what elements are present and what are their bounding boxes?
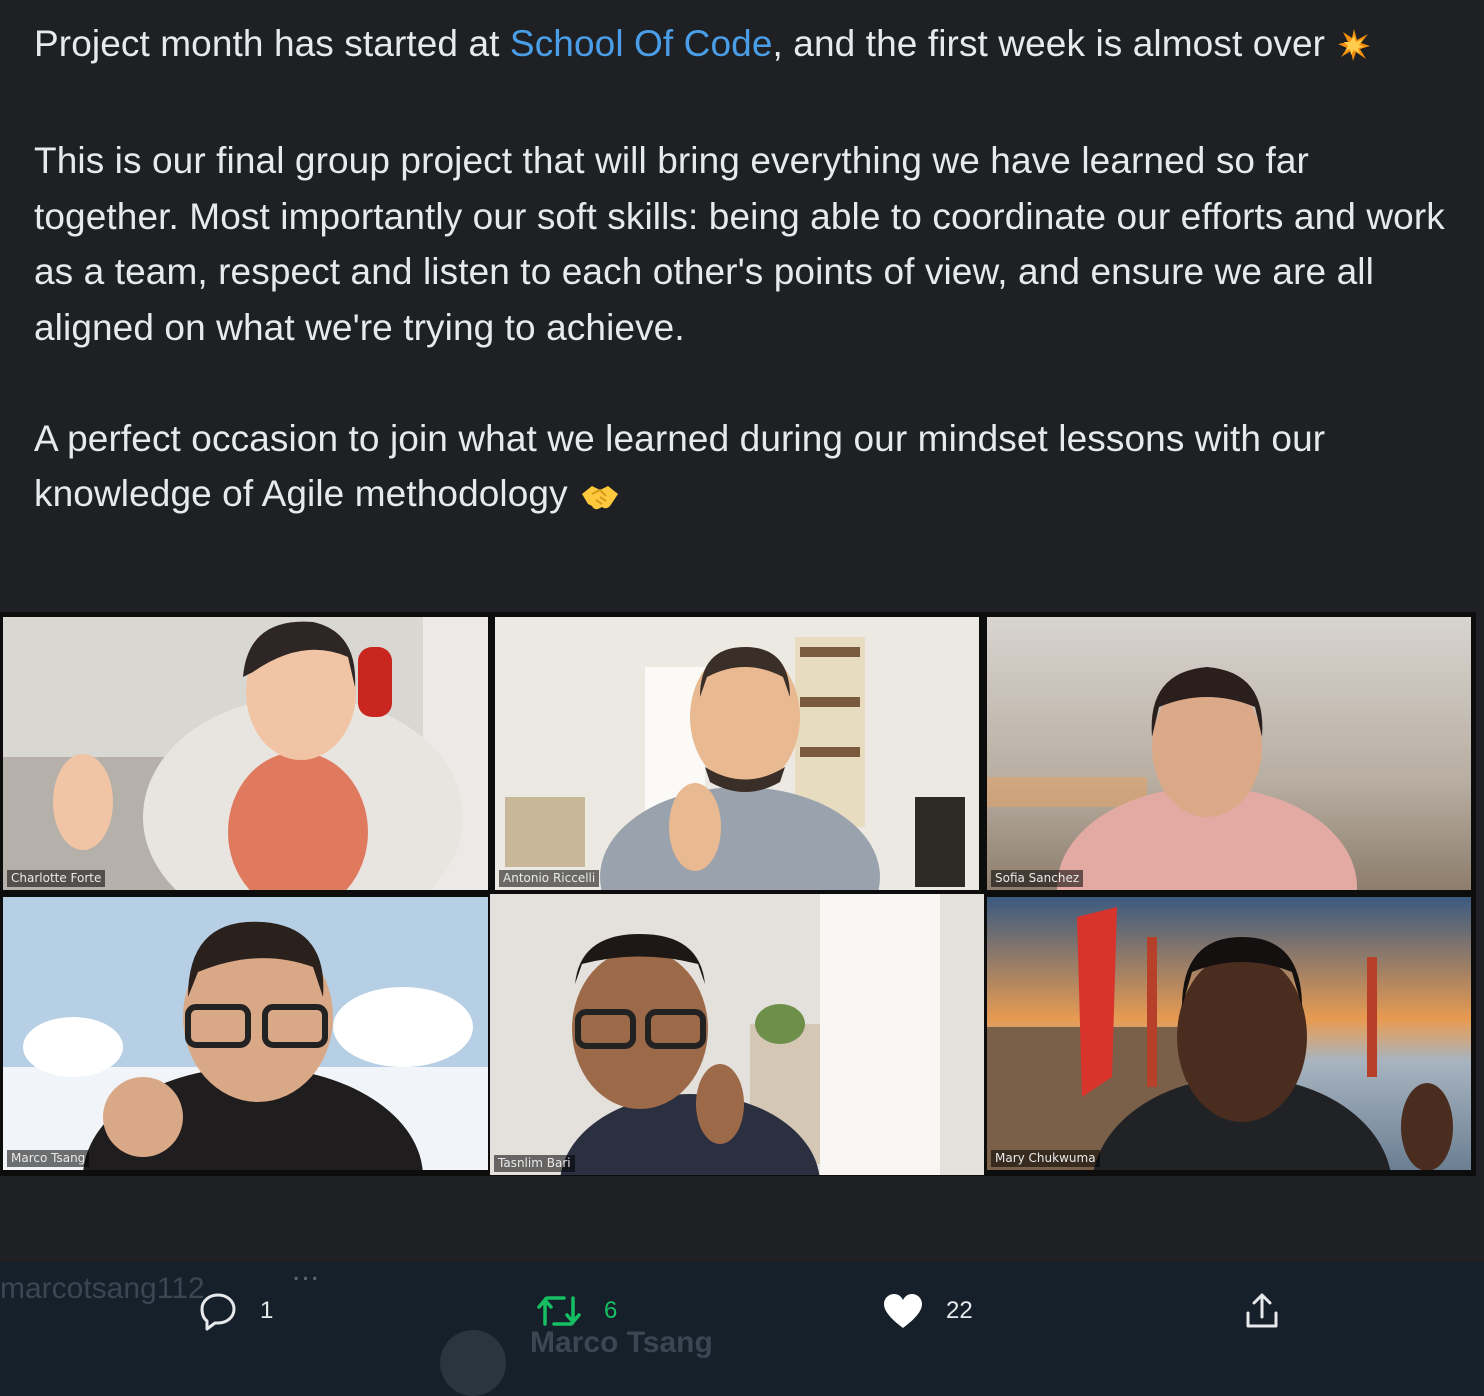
text-fragment: , and the first week is almost over bbox=[772, 23, 1326, 64]
like-button[interactable]: 22 bbox=[882, 1282, 973, 1340]
share-button[interactable] bbox=[1242, 1282, 1282, 1340]
reply-button[interactable]: 1 bbox=[198, 1282, 273, 1340]
participant-name: Antonio Riccelli bbox=[499, 870, 600, 887]
participant-video bbox=[3, 617, 488, 890]
tweet-actions: 1 6 22 bbox=[0, 1282, 1484, 1340]
participant-tile[interactable]: Mary Chukwuma bbox=[987, 897, 1471, 1170]
retweet-button[interactable]: 6 bbox=[536, 1282, 617, 1340]
tweet-paragraph-1: Project month has started at School Of C… bbox=[34, 16, 1454, 78]
participant-name: Tasnlim Bari bbox=[494, 1155, 575, 1172]
participant-tile-active[interactable]: Tasnlim Bari bbox=[490, 894, 984, 1175]
participant-tile[interactable]: Antonio Riccelli bbox=[495, 617, 979, 890]
retweet-count: 6 bbox=[604, 1297, 618, 1324]
heart-icon bbox=[884, 1294, 922, 1328]
video-call-grid[interactable]: Charlotte Forte Antonio Riccelli Sofia S… bbox=[0, 612, 1476, 1176]
tweet-paragraph-3: A perfect occasion to join what we learn… bbox=[34, 411, 1454, 528]
participant-video bbox=[495, 617, 979, 890]
participant-video bbox=[987, 897, 1471, 1170]
participant-tile[interactable]: Charlotte Forte bbox=[3, 617, 488, 890]
collision-icon bbox=[1337, 22, 1371, 78]
text-fragment: Project month has started at bbox=[34, 23, 510, 64]
tweet-paragraph-2: This is our final group project that wil… bbox=[34, 140, 1445, 348]
share-icon bbox=[1246, 1293, 1278, 1328]
handshake-icon bbox=[580, 472, 620, 528]
reply-count: 1 bbox=[260, 1297, 274, 1324]
tweet-text: Project month has started at School Of C… bbox=[34, 16, 1454, 528]
retweet-icon bbox=[537, 1296, 581, 1326]
tweet-card: Project month has started at School Of C… bbox=[0, 0, 1484, 1262]
reply-icon bbox=[200, 1293, 236, 1331]
like-count: 22 bbox=[946, 1297, 973, 1324]
text-fragment: A perfect occasion to join what we learn… bbox=[34, 417, 1326, 515]
participant-name: Sofia Sanchez bbox=[991, 870, 1084, 887]
participant-tile[interactable]: Sofia Sanchez bbox=[987, 617, 1471, 890]
participant-name: Marco Tsang bbox=[7, 1150, 90, 1167]
participant-name: Mary Chukwuma bbox=[991, 1150, 1100, 1167]
participant-tile[interactable]: Marco Tsang bbox=[3, 897, 488, 1170]
participant-video bbox=[490, 894, 984, 1175]
participant-video bbox=[3, 897, 488, 1170]
mention-link[interactable]: School Of Code bbox=[510, 23, 773, 64]
participant-video bbox=[987, 617, 1471, 890]
participant-name: Charlotte Forte bbox=[7, 870, 106, 887]
